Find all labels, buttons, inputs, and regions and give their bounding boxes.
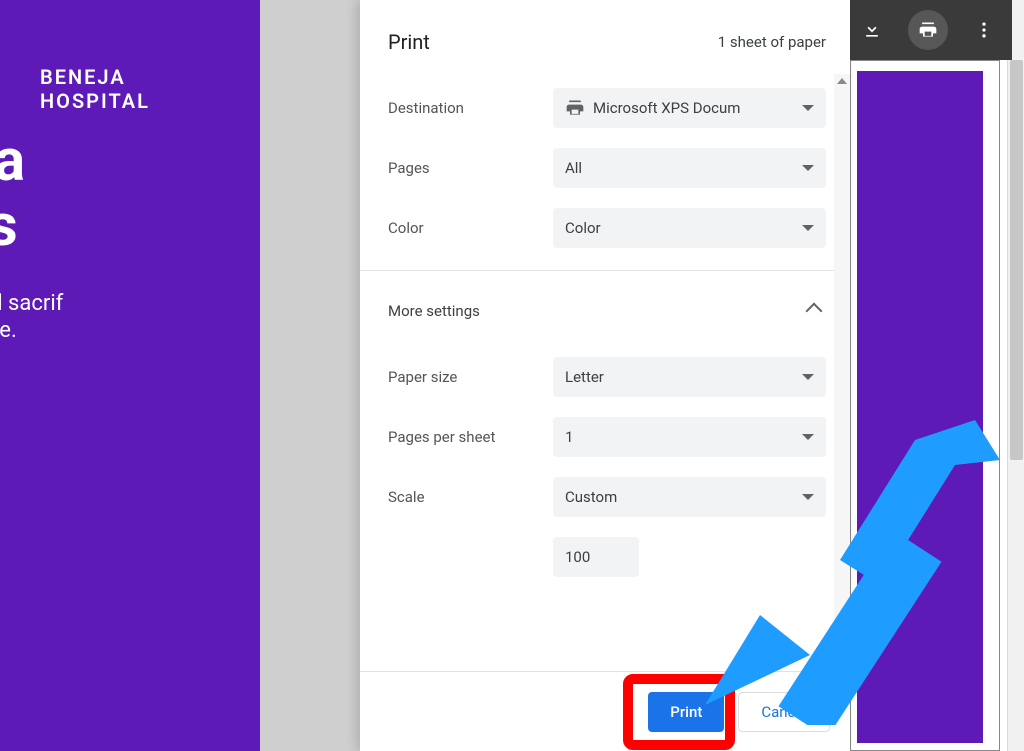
chevron-down-icon	[802, 105, 814, 111]
body-line2: g this difficult time.	[0, 318, 230, 343]
print-icon	[918, 20, 938, 40]
document-preview: BENEJA HOSPITAL salute a ntliners r your…	[0, 0, 260, 751]
print-toolbar-button[interactable]	[908, 10, 948, 50]
pdf-toolbar	[844, 0, 1012, 60]
more-settings-toggle[interactable]: More settings	[360, 279, 850, 343]
window-scrollbar[interactable]	[1007, 0, 1024, 751]
preview-background	[260, 0, 360, 751]
divider	[360, 270, 850, 271]
headline-line1: salute a	[0, 131, 230, 192]
printer-icon	[565, 98, 585, 118]
scroll-down-icon[interactable]	[837, 661, 847, 667]
download-button[interactable]	[852, 10, 892, 50]
dialog-header: Print 1 sheet of paper	[360, 0, 850, 74]
destination-label: Destination	[388, 99, 553, 117]
chevron-down-icon	[802, 494, 814, 500]
pages-per-sheet-value: 1	[565, 428, 802, 446]
scale-label: Scale	[388, 488, 553, 506]
hospital-name: BENEJA HOSPITAL	[40, 65, 230, 113]
destination-value: Microsoft XPS Docum	[593, 99, 802, 117]
pages-label: Pages	[388, 159, 553, 177]
body-line1: r your service and sacrif	[0, 290, 230, 319]
dialog-scrollbar[interactable]	[834, 74, 850, 671]
background-page	[850, 60, 1000, 751]
chevron-down-icon	[802, 165, 814, 171]
scale-input[interactable]: 100	[553, 537, 639, 577]
chevron-down-icon	[802, 225, 814, 231]
more-settings-label: More settings	[388, 302, 480, 320]
sheet-count: 1 sheet of paper	[718, 33, 826, 51]
pages-value: All	[565, 159, 802, 177]
paper-size-label: Paper size	[388, 368, 553, 386]
chevron-down-icon	[802, 434, 814, 440]
more-menu-button[interactable]	[964, 10, 1004, 50]
scroll-up-icon[interactable]	[837, 78, 847, 84]
dialog-title: Print	[388, 30, 430, 54]
chevron-down-icon	[802, 374, 814, 380]
color-label: Color	[388, 219, 553, 237]
color-select[interactable]: Color	[553, 208, 826, 248]
dialog-body: Destination Microsoft XPS Docum Pages Al…	[360, 74, 850, 671]
download-icon	[862, 20, 882, 40]
heroes-line: are our heroes.	[0, 363, 230, 391]
color-value: Color	[565, 219, 802, 237]
pages-per-sheet-label: Pages per sheet	[388, 428, 553, 446]
scrollbar-thumb[interactable]	[1010, 60, 1023, 460]
print-dialog: Print 1 sheet of paper Destination Micro…	[360, 0, 850, 751]
paper-size-value: Letter	[565, 368, 802, 386]
cancel-button[interactable]: Cancel	[738, 692, 830, 732]
pages-select[interactable]: All	[553, 148, 826, 188]
headline-line2: ntliners	[0, 192, 230, 260]
pages-per-sheet-select[interactable]: 1	[553, 417, 826, 457]
destination-select[interactable]: Microsoft XPS Docum	[553, 88, 826, 128]
scale-value: Custom	[565, 488, 802, 506]
scale-number: 100	[565, 548, 590, 566]
more-icon	[974, 20, 994, 40]
print-button[interactable]: Print	[648, 692, 724, 732]
paper-size-select[interactable]: Letter	[553, 357, 826, 397]
scale-select[interactable]: Custom	[553, 477, 826, 517]
chevron-up-icon	[806, 303, 823, 320]
dialog-footer: Print Cancel	[360, 671, 850, 751]
